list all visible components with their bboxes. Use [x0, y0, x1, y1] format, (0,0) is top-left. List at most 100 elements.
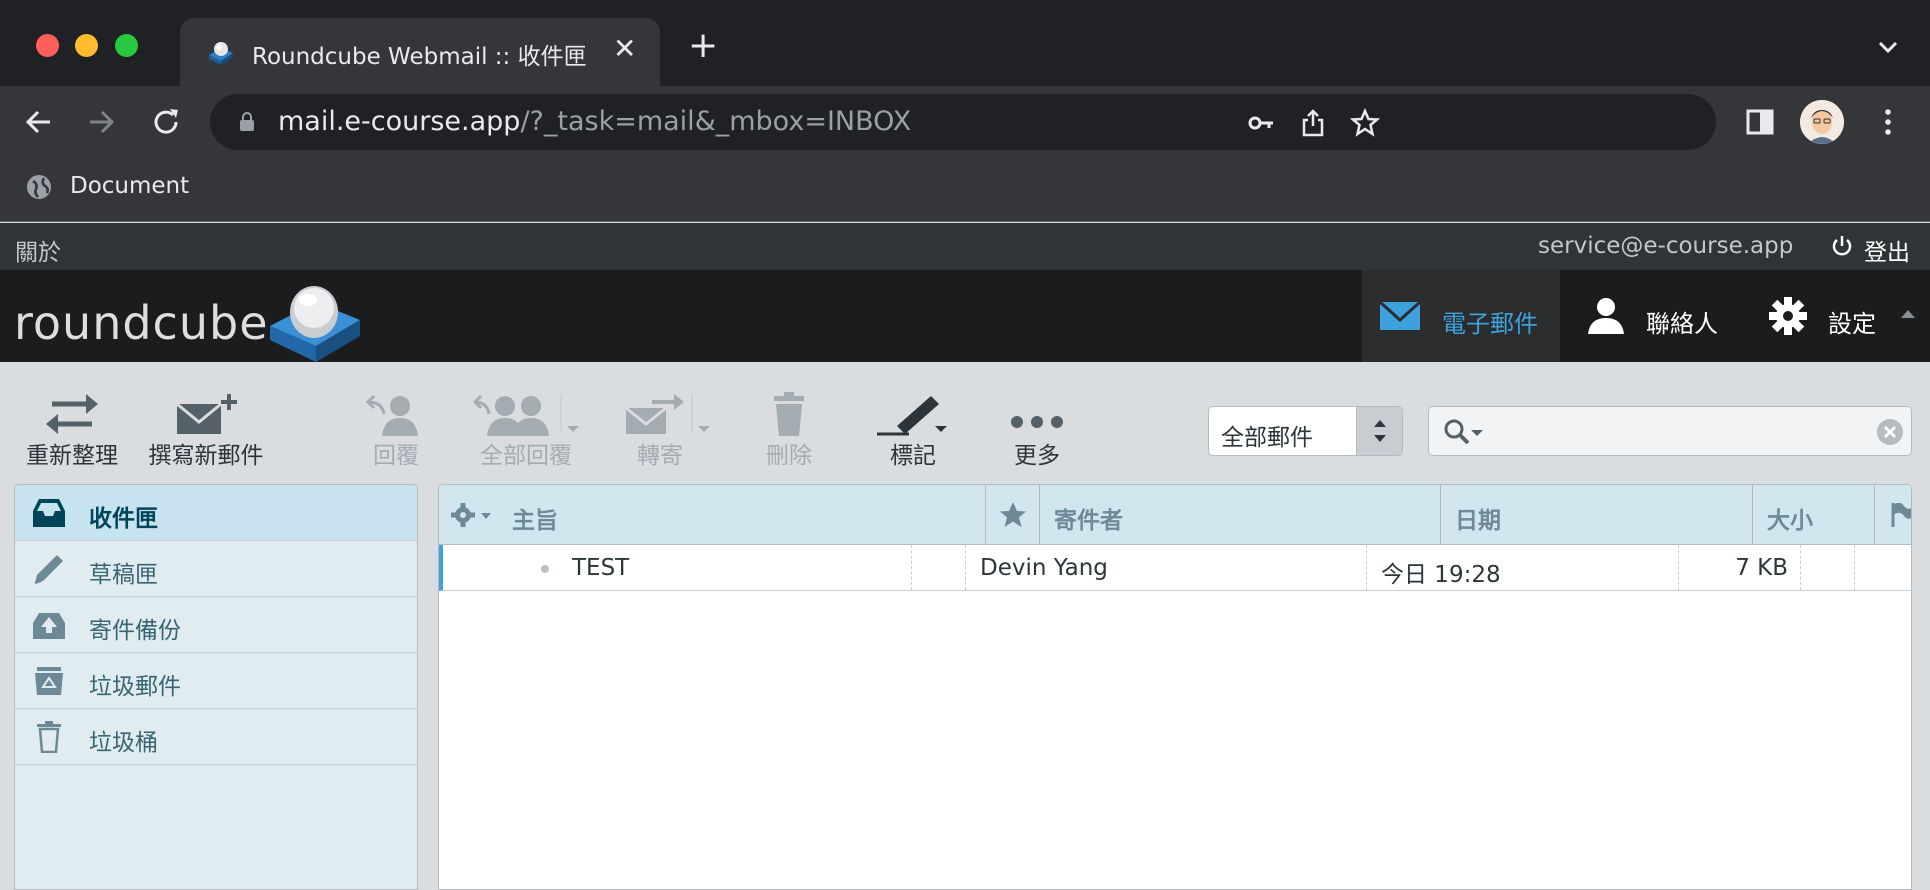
message-from-cell: Devin Yang — [966, 545, 1367, 590]
message-subject[interactable]: TEST — [572, 555, 629, 581]
task-mail-button[interactable]: 電子郵件 — [1362, 270, 1560, 362]
browser-tabstrip: Roundcube Webmail :: 收件匣 ✕ + — [0, 0, 1930, 86]
share-icon[interactable] — [1298, 108, 1328, 138]
trash-icon — [774, 392, 804, 436]
url-text[interactable]: mail.e-course.app/?_task=mail&_mbox=INBO… — [278, 106, 911, 137]
column-flag-star[interactable] — [986, 485, 1040, 545]
window-close-button[interactable] — [36, 34, 59, 57]
bookmark-document[interactable]: Document — [70, 173, 189, 199]
message-subject-cell[interactable]: TEST — [443, 545, 912, 590]
mail-toolbar: 重新整理 撰寫新郵件 回覆 全部回覆 轉寄 刪除 標記 更多 全部郵件 — [0, 362, 1930, 484]
refresh-button[interactable]: 重新整理 — [22, 392, 122, 470]
message-date: 今日 19:28 — [1381, 562, 1501, 588]
window-maximize-button[interactable] — [115, 34, 138, 57]
forward-button[interactable]: 轉寄 — [618, 392, 710, 470]
reply-icon — [365, 394, 418, 436]
column-from[interactable]: 寄件者 — [1040, 485, 1441, 545]
roundcube-logo[interactable]: roundcube — [14, 296, 269, 350]
column-from-label: 寄件者 — [1054, 508, 1123, 534]
roundcube-header: roundcube 電子郵件 聯絡人 設定 — [0, 270, 1930, 362]
junk-icon — [35, 667, 63, 695]
message-filter-select[interactable]: 全部郵件 — [1208, 406, 1403, 456]
mark-pen-icon — [877, 396, 947, 436]
unread-status-icon[interactable] — [541, 565, 549, 573]
folder-label: 寄件備份 — [89, 618, 181, 644]
browser-menu-icon[interactable] — [1870, 104, 1906, 140]
folder-junk[interactable]: 垃圾郵件 — [15, 653, 417, 709]
tab-close-icon[interactable]: ✕ — [613, 35, 636, 63]
sent-icon — [33, 613, 65, 639]
folder-list: 收件匣 草稿匣 寄件備份 垃圾郵件 垃圾桶 — [14, 484, 418, 890]
forward-arrow-icon[interactable] — [84, 104, 120, 140]
search-input[interactable] — [1499, 417, 1859, 445]
message-date-cell: 今日 19:28 — [1367, 545, 1679, 590]
table-row[interactable]: TEST Devin Yang 今日 19:28 7 KB — [439, 545, 1911, 591]
message-flag-star-cell[interactable] — [912, 545, 966, 590]
search-reset-icon[interactable] — [1875, 417, 1905, 447]
refresh-icon — [46, 394, 98, 434]
filter-selected-value: 全部郵件 — [1221, 425, 1313, 451]
folder-label: 垃圾郵件 — [89, 674, 181, 700]
column-subject[interactable]: 主旨 — [512, 485, 986, 545]
column-subject-label: 主旨 — [512, 508, 558, 534]
reply-label: 回覆 — [373, 443, 419, 469]
gear-icon — [1769, 297, 1807, 335]
avatar-icon — [1800, 100, 1844, 144]
bookmark-star-icon[interactable] — [1350, 108, 1380, 138]
forward-mail-icon — [625, 394, 710, 434]
task-contacts-button[interactable]: 聯絡人 — [1578, 270, 1738, 362]
mark-label: 標記 — [890, 443, 936, 469]
mail-icon — [1378, 300, 1422, 330]
reload-icon[interactable] — [148, 104, 184, 140]
power-icon[interactable] — [1830, 234, 1854, 258]
mark-button[interactable]: 標記 — [872, 392, 954, 470]
compose-button[interactable]: 撰寫新郵件 — [144, 392, 268, 470]
address-bar[interactable]: mail.e-course.app/?_task=mail&_mbox=INBO… — [210, 94, 1716, 150]
folder-inbox[interactable]: 收件匣 — [15, 485, 417, 541]
search-icon[interactable] — [1443, 419, 1489, 445]
folder-sent[interactable]: 寄件備份 — [15, 597, 417, 653]
delete-label: 刪除 — [766, 443, 812, 469]
side-panel-icon[interactable] — [1742, 104, 1778, 140]
folder-label: 草稿匣 — [89, 562, 158, 588]
gear-icon — [451, 503, 491, 527]
message-list-header: 主旨 寄件者 日期 大小 — [439, 485, 1911, 545]
column-date-label: 日期 — [1455, 508, 1501, 534]
tab-search-chevron-icon[interactable] — [1874, 36, 1902, 58]
star-icon — [1000, 502, 1026, 527]
browser-tab-title: Roundcube Webmail :: 收件匣 — [252, 44, 587, 70]
window-minimize-button[interactable] — [75, 34, 98, 57]
message-size: 7 KB — [1735, 555, 1788, 581]
url-host: mail.e-course.app — [278, 106, 521, 137]
folder-trash[interactable]: 垃圾桶 — [15, 709, 417, 765]
roundcube-topline: 關於 service@e-course.app 登出 — [0, 223, 1930, 270]
message-flag-cell[interactable] — [1801, 545, 1855, 590]
more-button[interactable]: 更多 — [1004, 392, 1070, 470]
collapse-header-chevron-icon[interactable] — [1898, 304, 1918, 324]
flag-icon — [1891, 502, 1911, 527]
refresh-label: 重新整理 — [26, 443, 118, 469]
reply-button[interactable]: 回覆 — [358, 392, 434, 470]
column-date[interactable]: 日期 — [1441, 485, 1753, 545]
column-flag[interactable] — [1875, 485, 1911, 545]
logout-button[interactable]: 登出 — [1864, 233, 1910, 267]
about-link[interactable]: 關於 — [15, 233, 61, 267]
list-options-button[interactable] — [439, 485, 512, 545]
folder-drafts[interactable]: 草稿匣 — [15, 541, 417, 597]
browser-tab-active[interactable]: Roundcube Webmail :: 收件匣 ✕ — [180, 18, 660, 86]
mail-search-box[interactable] — [1428, 406, 1912, 456]
task-settings-button[interactable]: 設定 — [1762, 270, 1890, 362]
message-size-cell: 7 KB — [1679, 545, 1801, 590]
column-size[interactable]: 大小 — [1753, 485, 1875, 545]
reply-all-button[interactable]: 全部回覆 — [466, 392, 586, 470]
profile-avatar[interactable] — [1800, 100, 1844, 144]
browser-toolbar: mail.e-course.app/?_task=mail&_mbox=INBO… — [0, 86, 1930, 158]
reply-all-icon — [472, 394, 579, 436]
delete-button[interactable]: 刪除 — [756, 392, 822, 470]
key-icon[interactable] — [1246, 108, 1276, 138]
reply-all-label: 全部回覆 — [480, 443, 572, 469]
task-mail-label: 電子郵件 — [1442, 310, 1538, 338]
lock-icon — [240, 112, 254, 131]
new-tab-button[interactable]: + — [688, 28, 718, 64]
back-arrow-icon[interactable] — [20, 104, 56, 140]
